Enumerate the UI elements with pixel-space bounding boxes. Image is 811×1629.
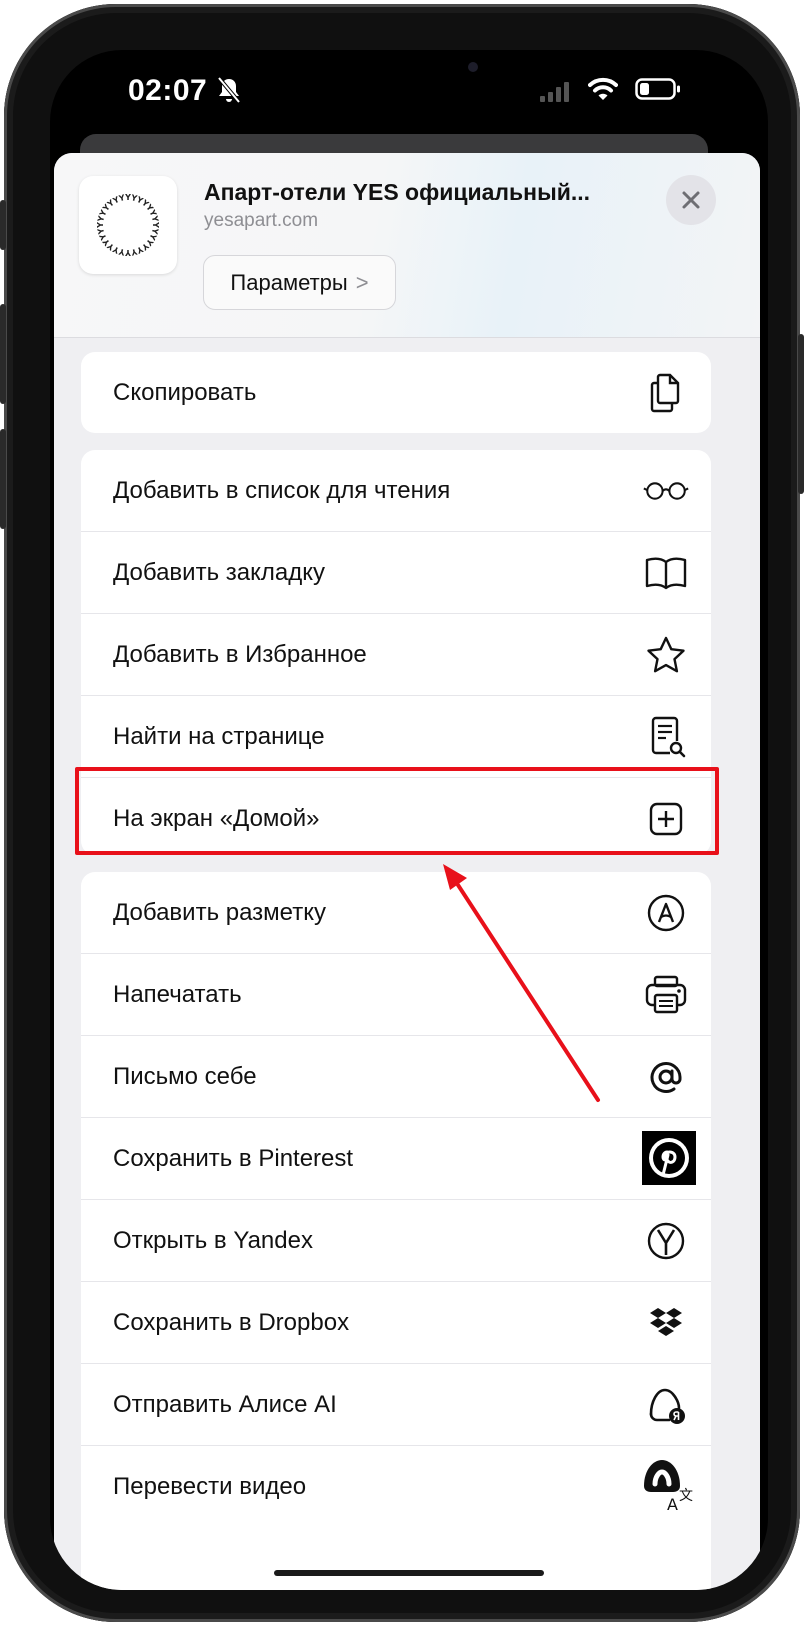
action-label: Добавить разметку: [113, 899, 326, 926]
status-time: 02:07: [128, 74, 208, 107]
action-label: Найти на странице: [113, 723, 325, 750]
action-save-dropbox[interactable]: Сохранить в Dropbox: [81, 1282, 711, 1364]
action-label: Письмо себе: [113, 1063, 257, 1090]
action-label: Скопировать: [113, 379, 257, 406]
yandex-icon: [643, 1218, 689, 1264]
action-label: Сохранить в Dropbox: [113, 1309, 350, 1336]
copy-icon: [643, 370, 689, 416]
dropbox-icon: [643, 1300, 689, 1346]
svg-text:A: A: [667, 1495, 678, 1512]
status-bar: 02:07: [50, 50, 768, 130]
markup-icon: [643, 890, 689, 936]
book-icon: [643, 550, 689, 596]
action-label: Добавить закладку: [113, 559, 325, 586]
volume-down-button: [0, 429, 6, 529]
highlight-box: [75, 767, 719, 855]
pinterest-icon: [642, 1131, 696, 1185]
mute-switch: [0, 200, 6, 250]
action-add-favorites[interactable]: Добавить в Избранное: [81, 614, 711, 696]
action-open-yandex[interactable]: Открыть в Yandex: [81, 1200, 711, 1282]
translate-video-icon: A 文: [641, 1456, 695, 1512]
chevron-right-icon: >: [355, 269, 369, 295]
action-label: Напечатать: [113, 981, 242, 1008]
action-label: Добавить в Избранное: [113, 641, 367, 668]
volume-up-button: [0, 304, 6, 404]
star-icon: [643, 632, 689, 678]
home-indicator: [274, 1570, 544, 1576]
battery-icon: [635, 78, 680, 100]
at-icon: [643, 1054, 689, 1100]
action-add-bookmark[interactable]: Добавить закладку: [81, 532, 711, 614]
action-label: Перевести видео: [113, 1473, 307, 1500]
close-button[interactable]: [666, 175, 716, 225]
svg-text:文: 文: [679, 1488, 693, 1504]
action-markup[interactable]: Добавить разметку: [81, 872, 711, 954]
power-button: [798, 334, 804, 494]
close-icon: [682, 191, 700, 209]
action-group-copy: Скопировать: [81, 352, 711, 433]
options-label: Параметры: [230, 269, 348, 295]
printer-icon: [643, 972, 689, 1018]
action-label: Добавить в список для чтения: [113, 477, 451, 504]
action-send-alice[interactable]: Отправить Алисе AI: [81, 1364, 711, 1446]
action-print[interactable]: Напечатать: [81, 954, 711, 1036]
glasses-icon: [643, 468, 689, 514]
alice-icon: [643, 1382, 689, 1428]
cellular-signal-icon: [540, 82, 569, 102]
find-in-page-icon: [643, 714, 689, 760]
yes-logo-icon: YYYYYYYYYYYYYYYYYYYYY Y YYYYYY: [96, 193, 160, 257]
action-label: Сохранить в Pinterest: [113, 1145, 354, 1172]
site-url: yesapart.com: [204, 210, 319, 231]
front-camera: [468, 62, 478, 72]
site-title: Апарт-отели YES официальный...: [204, 179, 591, 205]
wifi-icon: [588, 77, 618, 100]
action-find-on-page[interactable]: Найти на странице: [81, 696, 711, 778]
site-favicon: YYYYYYYYYYYYYYYYYYYYYYYYYYYY: [79, 176, 177, 274]
action-label: Отправить Алисе AI: [113, 1391, 337, 1418]
action-copy[interactable]: Скопировать: [81, 352, 711, 433]
action-group-more: Добавить разметку Напечатать Письмо себе…: [81, 872, 711, 1590]
options-button[interactable]: Параметры >: [203, 255, 396, 310]
action-label: Открыть в Yandex: [113, 1227, 313, 1254]
action-translate-video[interactable]: Перевести видео A 文: [81, 1446, 711, 1527]
action-add-reading-list[interactable]: Добавить в список для чтения: [81, 450, 711, 532]
share-sheet-header: YYYYYYYYYYYYYYYYYYYYYYYYYYYY Апарт-отели…: [54, 153, 760, 338]
action-mail-self[interactable]: Письмо себе: [81, 1036, 711, 1118]
action-save-pinterest[interactable]: Сохранить в Pinterest: [81, 1118, 711, 1200]
share-sheet: YYYYYYYYYYYYYYYYYYYYYYYYYYYY Апарт-отели…: [54, 153, 760, 1590]
silent-bell-icon: [217, 76, 241, 104]
